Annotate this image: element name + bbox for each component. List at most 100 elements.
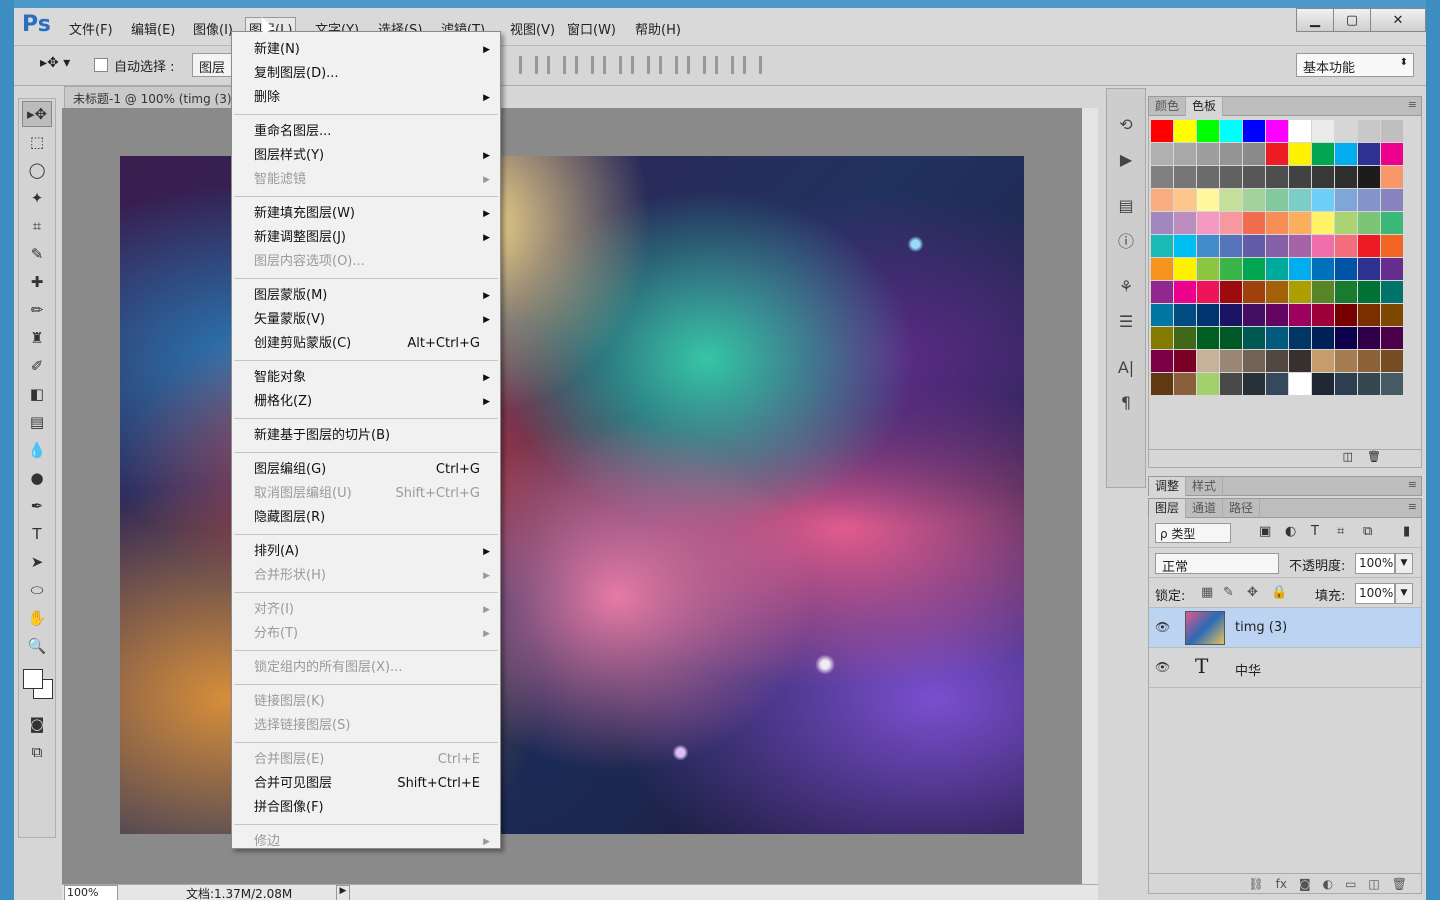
color-swatch[interactable] [1381, 281, 1403, 303]
tab-color[interactable]: 颜色 [1149, 97, 1187, 116]
color-swatch[interactable] [1358, 350, 1380, 372]
workspace-dropdown[interactable]: 基本功能 ⬍ [1296, 53, 1414, 77]
adjustment-filter-icon[interactable]: ◐ [1285, 524, 1296, 539]
smart-object-filter-icon[interactable]: ⧉ [1363, 524, 1372, 539]
history-brush-tool[interactable]: ✐ [22, 353, 52, 379]
color-swatch[interactable] [1335, 281, 1357, 303]
tab-layers[interactable]: 图层 [1149, 499, 1187, 518]
menu-item[interactable]: 删除 ▶ [232, 86, 500, 110]
color-swatch[interactable] [1358, 212, 1380, 234]
color-swatch[interactable] [1289, 189, 1311, 211]
color-swatch[interactable] [1174, 304, 1196, 326]
color-swatch[interactable] [1312, 166, 1334, 188]
color-swatch[interactable] [1151, 166, 1173, 188]
color-swatch[interactable] [1358, 281, 1380, 303]
status-menu-arrow-icon[interactable]: ▶ [336, 885, 350, 900]
tab-styles[interactable]: 样式 [1186, 477, 1224, 496]
tab-channels[interactable]: 通道 [1186, 499, 1224, 518]
color-swatch[interactable] [1243, 350, 1265, 372]
color-swatch[interactable] [1197, 373, 1219, 395]
color-swatch[interactable] [1358, 304, 1380, 326]
chevron-down-icon[interactable]: ▼ [1395, 583, 1413, 604]
color-swatch[interactable] [1335, 258, 1357, 280]
shape-filter-icon[interactable]: ⌗ [1337, 524, 1344, 539]
color-swatch[interactable] [1335, 166, 1357, 188]
color-swatch[interactable] [1381, 304, 1403, 326]
color-swatch[interactable] [1151, 304, 1173, 326]
stamp-tool[interactable]: ♜ [22, 325, 52, 351]
history-icon[interactable]: ⟲ [1111, 109, 1141, 139]
menu-item[interactable]: 新建基于图层的切片(B) [232, 424, 500, 448]
color-swatch[interactable] [1335, 235, 1357, 257]
color-swatch[interactable] [1174, 327, 1196, 349]
color-swatch[interactable] [1312, 189, 1334, 211]
align-top-icon[interactable] [519, 56, 538, 74]
eye-icon[interactable]: 👁 [1155, 660, 1177, 674]
menu-item[interactable]: 栅格化(Z) ▶ [232, 390, 500, 414]
menu-image[interactable]: 图像(I) [190, 19, 236, 38]
menu-file[interactable]: 文件(F) [66, 19, 116, 38]
color-swatch[interactable] [1220, 373, 1242, 395]
vertical-scrollbar[interactable] [1082, 108, 1098, 884]
color-swatch[interactable] [1312, 212, 1334, 234]
color-swatch[interactable] [1151, 373, 1173, 395]
lock-image-icon[interactable]: ✎ [1223, 585, 1234, 600]
color-swatch[interactable] [1220, 350, 1242, 372]
color-swatch[interactable] [1174, 373, 1196, 395]
color-swatch[interactable] [1174, 281, 1196, 303]
menu-item[interactable]: 矢量蒙版(V) ▶ [232, 308, 500, 332]
color-swatch[interactable] [1289, 212, 1311, 234]
color-swatch[interactable] [1220, 143, 1242, 165]
pen-tool[interactable]: ✒ [22, 493, 52, 519]
ellipse-tool[interactable]: ⬭ [22, 577, 52, 603]
color-swatch[interactable] [1289, 235, 1311, 257]
color-swatch[interactable] [1266, 120, 1288, 142]
color-swatch[interactable] [1381, 327, 1403, 349]
color-swatch[interactable] [1151, 235, 1173, 257]
zoom-tool[interactable]: 🔍 [22, 633, 52, 659]
color-swatch[interactable] [1312, 235, 1334, 257]
pixel-filter-icon[interactable]: ▣ [1259, 524, 1271, 539]
quick-mask-icon[interactable]: ◙ [22, 711, 52, 737]
color-swatch[interactable] [1358, 143, 1380, 165]
align-vcenter-icon[interactable] [547, 56, 566, 74]
color-swatch[interactable] [1220, 235, 1242, 257]
zoom-field[interactable]: 100% [64, 885, 118, 900]
type-tool[interactable]: T [22, 521, 52, 547]
color-swatch[interactable] [1335, 327, 1357, 349]
layer-filter-dropdown[interactable]: ρ 类型 [1155, 523, 1231, 543]
color-swatch[interactable] [1243, 189, 1265, 211]
fx-icon[interactable]: fx [1276, 877, 1287, 891]
new-layer-icon[interactable]: ◫ [1368, 877, 1379, 891]
color-swatch[interactable] [1151, 327, 1173, 349]
color-swatch[interactable] [1151, 350, 1173, 372]
color-swatch[interactable] [1220, 258, 1242, 280]
fill-field[interactable]: 100% [1355, 583, 1395, 604]
screen-mode-icon[interactable]: ⧉ [22, 739, 52, 765]
color-swatch[interactable] [1358, 327, 1380, 349]
foreground-color[interactable] [23, 669, 43, 689]
color-swatch[interactable] [1151, 258, 1173, 280]
color-swatch[interactable] [1312, 327, 1334, 349]
panel-menu-icon[interactable]: ≡ [1408, 478, 1417, 491]
color-swatch[interactable] [1174, 235, 1196, 257]
menu-item[interactable]: 合并可见图层 Shift+Ctrl+E [232, 772, 500, 796]
color-swatch[interactable] [1243, 143, 1265, 165]
move-tool[interactable]: ▸✥ [22, 101, 52, 127]
color-swatch[interactable] [1266, 350, 1288, 372]
color-swatch[interactable] [1243, 120, 1265, 142]
menu-edit[interactable]: 编辑(E) [128, 19, 178, 38]
eyedropper-tool[interactable]: ✎ [22, 241, 52, 267]
distribute-vcenter-icon[interactable] [603, 56, 622, 74]
adjustment-layer-icon[interactable]: ◐ [1323, 877, 1333, 891]
color-swatch[interactable] [1243, 327, 1265, 349]
color-swatch[interactable] [1220, 120, 1242, 142]
color-swatch[interactable] [1197, 235, 1219, 257]
color-swatch[interactable] [1266, 189, 1288, 211]
hand-tool[interactable]: ✋ [22, 605, 52, 631]
color-swatch[interactable] [1243, 235, 1265, 257]
color-swatch[interactable] [1220, 327, 1242, 349]
link-icon[interactable]: ⛓ [1248, 877, 1263, 891]
color-swatch[interactable] [1289, 373, 1311, 395]
color-swatch[interactable] [1151, 143, 1173, 165]
